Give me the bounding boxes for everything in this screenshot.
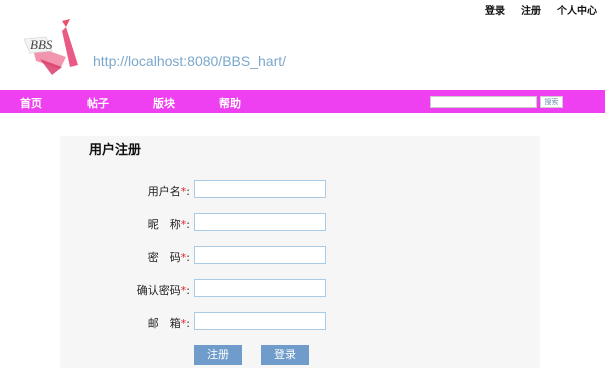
- label-colon: :: [186, 251, 190, 264]
- nickname-field[interactable]: [194, 213, 326, 231]
- field-label-text: 昵 称: [147, 218, 181, 231]
- username-field[interactable]: [194, 180, 326, 198]
- field-label-email: 邮 箱*:: [0, 315, 190, 331]
- field-label-confirm-password: 确认密码*:: [0, 282, 190, 298]
- site-url[interactable]: http://localhost:8080/BBS_hart/: [93, 53, 286, 69]
- label-colon: :: [186, 284, 190, 297]
- email-field[interactable]: [194, 312, 326, 330]
- field-label-username: 用户名*:: [0, 183, 190, 199]
- nav-item-home[interactable]: 首页: [20, 95, 42, 111]
- field-label-text: 邮 箱: [147, 317, 181, 330]
- user-center-link[interactable]: 个人中心: [557, 2, 597, 17]
- password-field[interactable]: [194, 246, 326, 264]
- field-label-text: 确认密码: [136, 284, 181, 297]
- field-label-nickname: 昵 称*:: [0, 216, 190, 232]
- nav-item-help[interactable]: 帮助: [219, 95, 241, 111]
- login-link[interactable]: 登录: [485, 2, 505, 17]
- nav-search-input[interactable]: [430, 96, 537, 108]
- login-button[interactable]: 登录: [261, 345, 309, 365]
- label-colon: :: [186, 218, 190, 231]
- register-button[interactable]: 注册: [194, 345, 242, 365]
- register-link[interactable]: 注册: [521, 2, 541, 17]
- confirm-password-field[interactable]: [194, 279, 326, 297]
- field-label-password: 密 码*:: [0, 249, 190, 265]
- top-links: 登录 注册 个人中心: [485, 2, 597, 17]
- field-label-text: 用户名: [147, 185, 181, 198]
- main-nav: 首页 帖子 版块 帮助 搜索: [0, 90, 605, 113]
- logo-text: BBS: [30, 37, 53, 52]
- field-label-text: 密 码: [147, 251, 181, 264]
- label-colon: :: [186, 185, 190, 198]
- label-colon: :: [186, 317, 190, 330]
- nav-search-button[interactable]: 搜索: [540, 96, 563, 108]
- nav-item-boards[interactable]: 版块: [153, 95, 175, 111]
- bbs-logo[interactable]: BBS: [22, 17, 84, 77]
- nav-item-posts[interactable]: 帖子: [87, 95, 109, 111]
- page-title: 用户注册: [89, 143, 142, 158]
